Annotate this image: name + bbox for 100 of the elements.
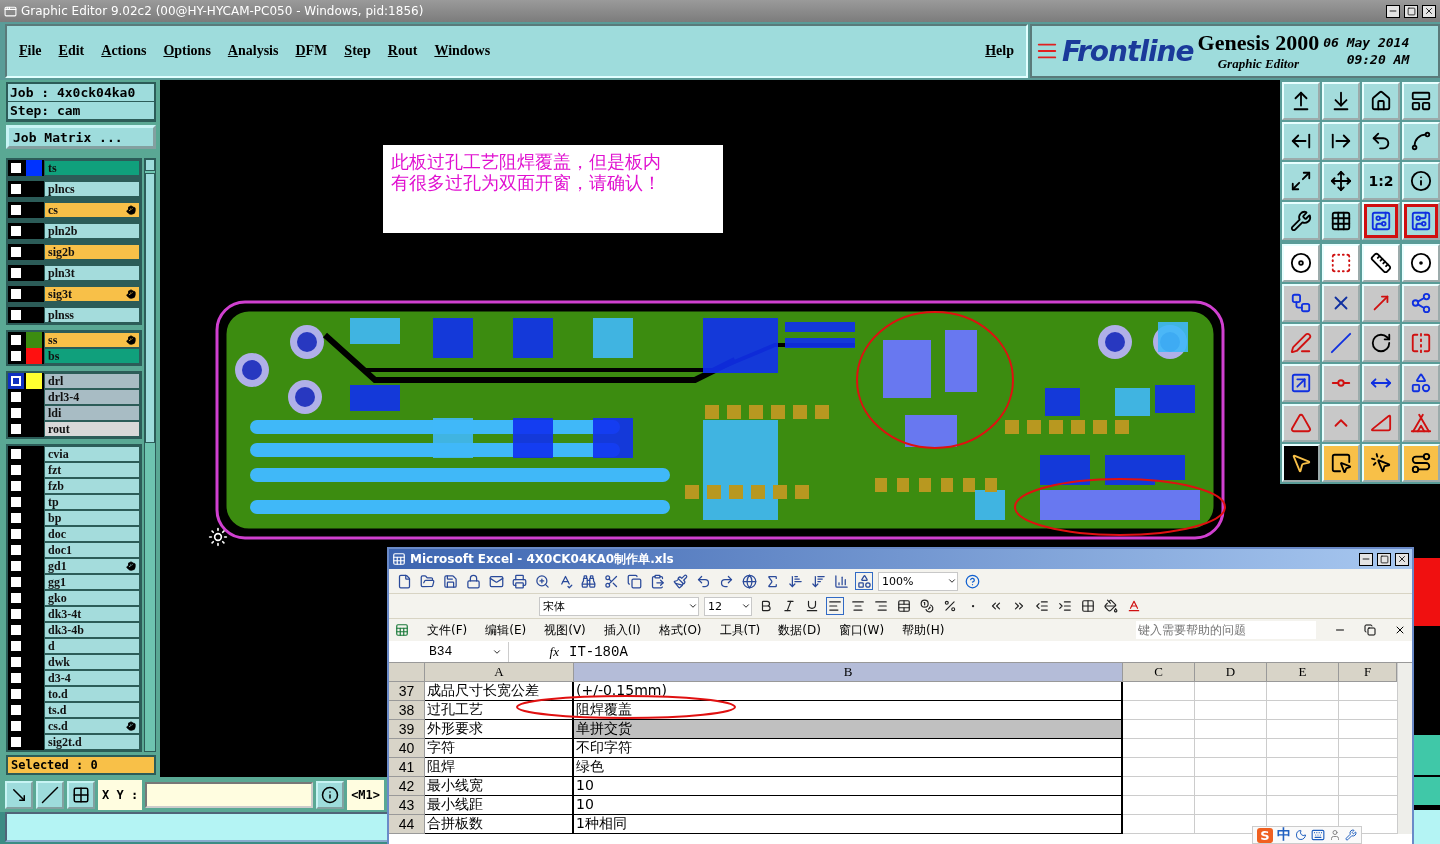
binoculars-icon[interactable] [579, 572, 597, 590]
layer-checkbox[interactable] [8, 223, 24, 239]
tool-button[interactable] [1402, 364, 1440, 402]
layer-checkbox[interactable] [8, 405, 24, 421]
menu-item[interactable]: 工具(T) [719, 621, 761, 639]
close-icon[interactable] [1394, 624, 1406, 636]
layer-row[interactable]: fzt [44, 462, 140, 478]
font-size-dropdown[interactable]: 12 [704, 596, 752, 616]
layer-row[interactable]: tp [44, 494, 140, 510]
layer-row[interactable]: gg1 [44, 574, 140, 590]
row-number[interactable]: 37 [389, 682, 425, 701]
layer-checkbox[interactable] [8, 181, 24, 197]
row-number[interactable]: 44 [389, 815, 425, 834]
help-icon[interactable] [963, 572, 981, 590]
layer-row[interactable]: cs [44, 202, 140, 218]
layer-row[interactable]: plncs [44, 181, 140, 197]
menu-item[interactable]: Step [344, 43, 371, 59]
layer-row[interactable]: dwk [44, 654, 140, 670]
layer-row[interactable]: sig2b [44, 244, 140, 260]
brush-icon[interactable] [671, 572, 689, 590]
layer-checkbox[interactable] [8, 558, 24, 574]
menu-item[interactable]: 数据(D) [778, 621, 821, 639]
pointer-tool[interactable] [1322, 444, 1360, 482]
tool-button[interactable] [1322, 202, 1360, 240]
layer-row[interactable]: ldi [44, 405, 140, 421]
layer-checkbox[interactable] [8, 265, 24, 281]
layer-checkbox[interactable] [8, 590, 24, 606]
tool-button[interactable] [1282, 162, 1320, 200]
grid-button[interactable] [67, 780, 95, 809]
tool-button[interactable] [1362, 364, 1400, 402]
copy-icon[interactable] [625, 572, 643, 590]
layer-checkbox[interactable] [8, 510, 24, 526]
menu-item[interactable]: Windows [434, 43, 491, 59]
close-button[interactable] [1395, 552, 1409, 566]
folder-icon[interactable] [418, 572, 436, 590]
tool-button[interactable] [1362, 324, 1400, 362]
job-matrix-button[interactable]: Job Matrix ... [6, 125, 156, 149]
menu-item[interactable]: 视图(V) [544, 621, 586, 639]
tool-button[interactable] [1402, 162, 1440, 200]
tool-button[interactable] [1282, 82, 1320, 120]
layer-row[interactable]: ts.d [44, 702, 140, 718]
layer-row[interactable]: pln2b [44, 223, 140, 239]
layer-row[interactable]: ts [44, 160, 140, 176]
tool-button[interactable] [1362, 82, 1400, 120]
scrollbar[interactable] [144, 158, 156, 752]
minimize-button[interactable] [1359, 552, 1373, 566]
menu-item[interactable]: Actions [101, 43, 147, 59]
borders-icon[interactable] [1079, 597, 1097, 615]
layer-row[interactable]: doc [44, 526, 140, 542]
maximize-button[interactable] [1377, 552, 1391, 566]
menu-item[interactable]: File [19, 43, 42, 59]
menu-item[interactable]: 文件(F) [427, 621, 468, 639]
layer-checkbox[interactable] [8, 307, 24, 323]
layer-checkbox[interactable] [8, 542, 24, 558]
cut-icon[interactable] [602, 572, 620, 590]
maximize-button[interactable] [1404, 4, 1418, 18]
pointer-tool[interactable] [1362, 444, 1400, 482]
layer-row[interactable]: rout [44, 421, 140, 437]
close-button[interactable] [1422, 4, 1436, 18]
wrench-icon[interactable] [1345, 829, 1357, 841]
layer-row[interactable]: ss [44, 332, 140, 348]
currency-icon[interactable] [918, 597, 936, 615]
layer-checkbox[interactable] [8, 332, 24, 348]
pointer-tool[interactable] [1402, 444, 1440, 482]
shapes-icon[interactable] [855, 572, 873, 590]
column-header[interactable]: C [1123, 663, 1195, 682]
menu-item[interactable]: 格式(O) [658, 621, 702, 639]
layer-row[interactable]: to.d [44, 686, 140, 702]
layer-checkbox[interactable] [8, 718, 24, 734]
column-header[interactable]: A [425, 663, 574, 682]
menu-item[interactable]: Edit [58, 43, 85, 59]
layer-checkbox[interactable] [8, 421, 24, 437]
snap-button[interactable] [5, 780, 33, 809]
layer-checkbox[interactable] [8, 734, 24, 750]
menu-item[interactable]: Rout [387, 43, 418, 59]
align-left-icon[interactable] [826, 597, 844, 615]
tool-button[interactable] [1322, 162, 1360, 200]
tool-button[interactable] [1402, 284, 1440, 322]
save-icon[interactable] [441, 572, 459, 590]
layer-checkbox[interactable] [8, 286, 24, 302]
menu-item[interactable]: 帮助(H) [902, 621, 945, 639]
tool-button[interactable]: 1:2 [1362, 162, 1400, 200]
layer-row[interactable]: fzb [44, 478, 140, 494]
layer-checkbox[interactable] [8, 638, 24, 654]
layer-checkbox[interactable] [8, 373, 24, 389]
help-search-field[interactable]: 键入需要帮助的问题 [1136, 621, 1316, 639]
layer-checkbox[interactable] [8, 244, 24, 260]
menu-item[interactable]: DFM [295, 43, 328, 59]
row-number[interactable]: 42 [389, 777, 425, 796]
tool-button[interactable] [1402, 82, 1440, 120]
merge-cells-icon[interactable] [895, 597, 913, 615]
layer-row[interactable]: d3-4 [44, 670, 140, 686]
tool-button[interactable] [1402, 122, 1440, 160]
fill-color-icon[interactable] [1102, 597, 1120, 615]
layer-row[interactable]: cvia [44, 446, 140, 462]
alert-button[interactable] [316, 780, 345, 809]
column-header[interactable]: D [1195, 663, 1267, 682]
layer-checkbox[interactable] [8, 606, 24, 622]
restore-icon[interactable] [1364, 624, 1376, 636]
menu-item[interactable]: 插入(I) [603, 621, 641, 639]
